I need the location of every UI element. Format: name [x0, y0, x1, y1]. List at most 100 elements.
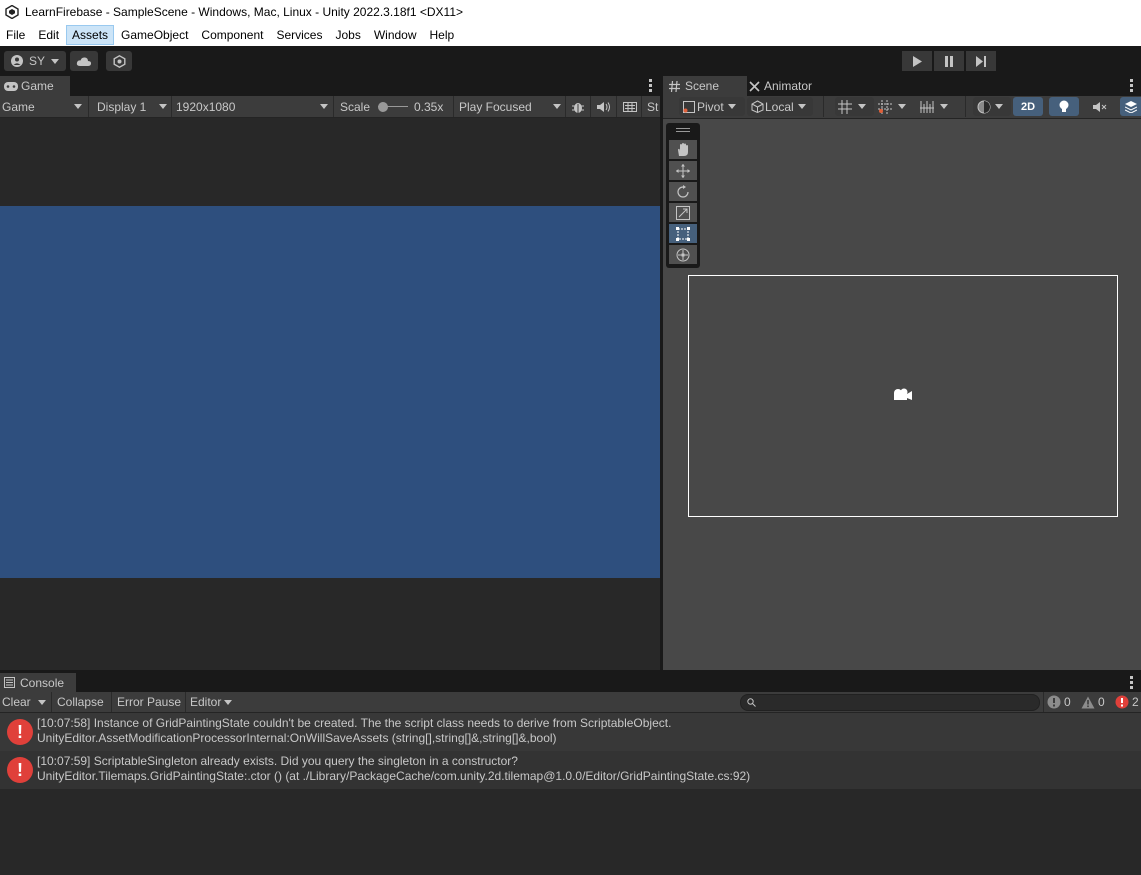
menu-bar: File Edit Assets GameObject Component Se… [0, 24, 1141, 46]
error-icon: ! [7, 757, 33, 783]
local-dropdown[interactable]: Local [747, 97, 813, 116]
increment-snap-dropdown[interactable] [917, 97, 956, 116]
collab-button[interactable] [106, 51, 132, 71]
game-mode-dropdown[interactable]: Game [2, 96, 84, 117]
frame-debugger-button[interactable] [570, 96, 586, 117]
grid-snap-icon [838, 99, 852, 114]
shading-icon [977, 100, 991, 113]
rect-transform-icon [676, 226, 690, 241]
hand-tool-button[interactable] [669, 140, 697, 159]
more-options-icon[interactable] [1130, 676, 1133, 690]
account-button[interactable]: SY [4, 51, 66, 71]
grid-icon [878, 99, 892, 114]
collapse-toggle[interactable]: Collapse [57, 692, 104, 712]
draw-mode-dropdown[interactable] [973, 97, 1011, 116]
play-button[interactable] [902, 51, 932, 71]
clear-button[interactable]: Clear [2, 692, 31, 712]
menu-services[interactable]: Services [270, 25, 328, 45]
mute-audio-button[interactable] [596, 96, 612, 117]
scale-tool-button[interactable] [669, 203, 697, 222]
rect-tool-button[interactable] [669, 224, 697, 243]
chevron-down-icon [553, 104, 561, 109]
resolution-dropdown[interactable]: 1920x1080 [176, 96, 330, 117]
chevron-down-icon [940, 104, 948, 109]
error-icon [1115, 695, 1129, 709]
chevron-down-icon [727, 104, 736, 109]
bug-icon [572, 102, 584, 113]
pause-button[interactable] [934, 51, 964, 71]
menu-gameobject[interactable]: GameObject [115, 25, 194, 45]
more-options-icon[interactable] [1130, 79, 1133, 93]
menu-assets[interactable]: Assets [66, 25, 115, 45]
rotate-tool-button[interactable] [669, 182, 697, 201]
chevron-down-icon [898, 104, 906, 109]
cloud-button[interactable] [70, 51, 98, 71]
pivot-dropdown[interactable]: Pivot [679, 97, 745, 116]
scene-tools-overlay [666, 123, 700, 268]
shortcuts-button[interactable] [622, 96, 638, 117]
error-count-toggle[interactable]: 2 [1115, 692, 1139, 712]
hand-icon [678, 142, 688, 156]
console-search-input[interactable] [740, 694, 1040, 711]
tab-animator[interactable]: Animator [749, 76, 812, 96]
info-count: 0 [1064, 695, 1071, 709]
chevron-down-icon [797, 104, 806, 109]
account-label: SY [28, 54, 45, 68]
display-dropdown[interactable]: Display 1 [97, 96, 169, 117]
move-tool-button[interactable] [669, 161, 697, 180]
warning-count-toggle[interactable]: 0 [1081, 692, 1105, 712]
log-line-2: UnityEditor.Tilemaps.GridPaintingState:.… [37, 769, 751, 783]
log-message: [10:07:58] Instance of GridPaintingState… [37, 716, 671, 746]
effects-toggle-button[interactable] [1120, 97, 1141, 116]
console-tabbar: Console [0, 673, 1141, 692]
editor-dropdown[interactable]: Editor [190, 692, 234, 712]
log-line-1: [10:07:59] ScriptableSingleton already e… [37, 754, 518, 768]
window-title: LearnFirebase - SampleScene - Windows, M… [25, 5, 463, 19]
tab-animator-label: Animator [764, 79, 813, 93]
step-button[interactable] [966, 51, 996, 71]
grid-visibility-dropdown[interactable] [875, 97, 914, 116]
game-tabbar: Game [0, 76, 660, 96]
menu-file[interactable]: File [0, 25, 31, 45]
transform-icon [676, 248, 690, 261]
menu-jobs[interactable]: Jobs [329, 25, 366, 45]
console-log-entry[interactable]: ! [10:07:59] ScriptableSingleton already… [0, 751, 1141, 789]
stats-button[interactable]: St [647, 96, 660, 117]
transform-tool-button[interactable] [669, 245, 697, 264]
tab-console[interactable]: Console [0, 673, 76, 692]
tab-scene-label: Scene [685, 79, 720, 93]
play-icon [913, 55, 922, 67]
audio-toggle-button[interactable] [1085, 97, 1115, 116]
tab-scene[interactable]: Scene [663, 76, 747, 96]
chevron-down-icon [224, 699, 233, 705]
clear-options-dropdown[interactable] [38, 692, 46, 712]
grid-snap-dropdown[interactable] [835, 97, 874, 116]
menu-window[interactable]: Window [368, 25, 423, 45]
more-options-icon[interactable] [649, 79, 652, 93]
chevron-down-icon [159, 104, 167, 109]
console-log-entry[interactable]: ! [10:07:58] Instance of GridPaintingSta… [0, 713, 1141, 751]
warning-count: 0 [1098, 695, 1105, 709]
tab-game[interactable]: Game [0, 76, 70, 96]
error-icon: ! [7, 719, 33, 745]
camera-gizmo-icon[interactable] [892, 387, 914, 403]
menu-component[interactable]: Component [195, 25, 269, 45]
scale-slider[interactable] [378, 101, 408, 112]
lighting-toggle-button[interactable] [1049, 97, 1079, 116]
warning-icon [1081, 696, 1095, 708]
scale-label: Scale [340, 99, 371, 114]
menu-help[interactable]: Help [424, 25, 461, 45]
chevron-down-icon [38, 699, 46, 705]
toggle-2d-button[interactable]: 2D [1013, 97, 1043, 116]
pivot-label: Pivot [697, 99, 724, 114]
scene-panel: Scene Animator Pivot Local 2D [663, 76, 1141, 670]
play-focus-dropdown[interactable]: Play Focused [459, 96, 561, 117]
error-pause-toggle[interactable]: Error Pause [117, 692, 181, 712]
game-panel: Game Game Display 1 1920x1080 Scale 0.35… [0, 76, 660, 670]
local-label: Local [765, 99, 794, 114]
info-count-toggle[interactable]: 0 [1047, 692, 1071, 712]
animator-icon [749, 80, 760, 92]
chevron-down-icon [320, 104, 328, 109]
menu-edit[interactable]: Edit [32, 25, 65, 45]
scale-value: 0.35x [414, 99, 444, 114]
